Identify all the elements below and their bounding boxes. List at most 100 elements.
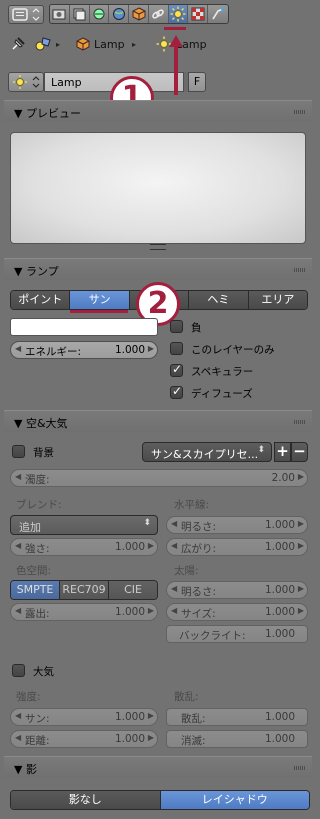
extinction-field[interactable]: 消滅: 1.000 xyxy=(166,730,308,748)
preview-panel-header[interactable]: ▼ プレビュー xyxy=(4,100,312,122)
horizon-spread-label: 広がり: xyxy=(181,543,217,555)
annotation-underline-1 xyxy=(164,27,186,30)
sun-size-field[interactable]: ◀ サイズ: 1.000 ▶ xyxy=(166,603,308,621)
preview-render-area xyxy=(10,132,306,244)
panel-grip-icon[interactable] xyxy=(294,268,306,272)
diffuse-checkbox[interactable] xyxy=(170,384,183,399)
extinction-label: 消滅: xyxy=(181,735,206,747)
increment-icon[interactable]: ▶ xyxy=(148,711,154,720)
inscattering-field[interactable]: 散乱: 1.000 xyxy=(166,708,308,726)
shadow-panel-header[interactable]: ▼ 影 xyxy=(4,756,312,778)
render-layers-icon[interactable] xyxy=(70,5,90,23)
decrement-icon[interactable]: ◀ xyxy=(171,541,177,550)
increment-icon[interactable]: ▶ xyxy=(148,733,154,742)
increment-icon[interactable]: ▶ xyxy=(148,541,154,550)
breadcrumb-arrow-1: ▸ xyxy=(56,40,61,49)
sun-size-label: サイズ: xyxy=(181,608,216,620)
shadow-title-text: 影 xyxy=(25,763,37,776)
negative-checkbox[interactable] xyxy=(170,320,183,333)
lamp-color-swatch[interactable] xyxy=(10,318,158,336)
decrement-icon[interactable]: ◀ xyxy=(15,606,21,615)
backlight-label: バックライト: xyxy=(179,630,246,642)
blend-dropdown[interactable]: 追加 ⬍ xyxy=(10,515,158,535)
increment-icon[interactable]: ▶ xyxy=(298,472,304,481)
distance-value: 1.000 xyxy=(114,733,145,745)
decrement-icon[interactable]: ◀ xyxy=(15,541,21,550)
horizon-brightness-field[interactable]: ◀ 明るさ: 1.000 ▶ xyxy=(166,516,308,534)
distance-field[interactable]: ◀ 距離: 1.000 ▶ xyxy=(10,730,158,748)
exposure-field[interactable]: ◀ 露出: 1.000 ▶ xyxy=(10,603,158,621)
backlight-field[interactable]: バックライト: 1.000 xyxy=(166,625,308,643)
intensity-label: 強度: xyxy=(16,691,41,703)
lamp-browse-button[interactable] xyxy=(8,72,44,92)
lamp-type-area[interactable]: エリア xyxy=(248,291,307,309)
increment-icon[interactable]: ▶ xyxy=(148,606,154,615)
increment-icon[interactable]: ▶ xyxy=(298,519,304,528)
blend-strength-field[interactable]: ◀ 強さ: 1.000 ▶ xyxy=(10,538,158,556)
lamp-panel-title: ▼ ランプ xyxy=(14,265,59,278)
colorspace-smpte[interactable]: SMPTE xyxy=(11,581,60,599)
lamp-title-text: ランプ xyxy=(25,265,59,278)
add-preset-button[interactable]: + xyxy=(274,442,291,462)
breadcrumb-object-name: Lamp xyxy=(94,38,125,51)
diffuse-label: ディフューズ xyxy=(191,388,253,400)
scene-icon[interactable] xyxy=(90,5,110,23)
decrement-icon[interactable]: ◀ xyxy=(15,472,21,481)
decrement-icon[interactable]: ◀ xyxy=(15,344,21,353)
texture-icon[interactable] xyxy=(188,5,209,23)
atmosphere-sun-field[interactable]: ◀ サン: 1.000 ▶ xyxy=(10,708,158,726)
horizon-spread-field[interactable]: ◀ 広がり: 1.000 ▶ xyxy=(166,538,308,556)
inscattering-value: 1.000 xyxy=(264,711,295,723)
lamp-type-point[interactable]: ポイント xyxy=(11,291,71,309)
lamp-data-icon[interactable] xyxy=(168,5,189,23)
panel-grip-icon[interactable] xyxy=(294,766,306,770)
increment-icon[interactable]: ▶ xyxy=(298,606,304,615)
lamp-type-sun[interactable]: サン xyxy=(70,291,130,309)
context-tabs xyxy=(49,4,229,24)
atmosphere-checkbox[interactable] xyxy=(12,664,25,677)
backlight-value: 1.000 xyxy=(264,628,295,640)
preview-resize-handle[interactable] xyxy=(150,244,166,250)
sky-preset-dropdown[interactable]: サン&スカイプリセ... ⬍ xyxy=(142,442,272,462)
object-icon[interactable] xyxy=(129,5,149,23)
sky-panel-header[interactable]: ▼ 空&大気 xyxy=(4,410,312,432)
colorspace-label: 色空間: xyxy=(16,565,52,577)
panel-grip-icon[interactable] xyxy=(294,420,306,424)
colorspace-rec709[interactable]: REC709 xyxy=(60,581,109,599)
editor-type-menu[interactable] xyxy=(8,5,44,24)
world-icon[interactable] xyxy=(109,5,130,23)
increment-icon[interactable]: ▶ xyxy=(148,344,154,353)
lamp-panel-header[interactable]: ▼ ランプ xyxy=(4,258,312,280)
fake-user-button[interactable]: F xyxy=(188,72,206,92)
render-context-icon[interactable] xyxy=(50,5,70,23)
decrement-icon[interactable]: ◀ xyxy=(171,606,177,615)
decrement-icon[interactable]: ◀ xyxy=(171,519,177,528)
scattering-label: 散乱: xyxy=(174,691,199,703)
preview-panel-title: ▼ プレビュー xyxy=(14,107,81,120)
sun-brightness-field[interactable]: ◀ 明るさ: 1.000 ▶ xyxy=(166,581,308,599)
this-layer-only-checkbox[interactable] xyxy=(170,342,183,355)
decrement-icon[interactable]: ◀ xyxy=(15,733,21,742)
negative-label: 負 xyxy=(191,322,202,334)
horizon-label: 水平線: xyxy=(174,499,210,511)
increment-icon[interactable]: ▶ xyxy=(298,541,304,550)
panel-grip-icon[interactable] xyxy=(294,110,306,114)
lamp-type-hemi[interactable]: ヘミ xyxy=(189,291,249,309)
physics-icon[interactable] xyxy=(208,5,228,23)
energy-field[interactable]: ◀ エネルギー: 1.000 ▶ xyxy=(10,341,158,359)
sky-checkbox[interactable] xyxy=(12,445,25,458)
shadow-none-option[interactable]: 影なし xyxy=(11,791,161,809)
turbidity-field[interactable]: ◀ 濁度: 2.00 ▶ xyxy=(10,469,308,487)
constraints-icon[interactable] xyxy=(149,5,169,23)
pin-icon[interactable] xyxy=(10,36,26,55)
shadow-raytrace-option[interactable]: レイシャドウ xyxy=(160,791,309,809)
remove-preset-button[interactable]: − xyxy=(291,442,308,462)
horizon-brightness-label: 明るさ: xyxy=(181,521,217,533)
increment-icon[interactable]: ▶ xyxy=(298,584,304,593)
sky-panel-title: ▼ 空&大気 xyxy=(14,417,68,430)
specular-checkbox[interactable] xyxy=(170,362,183,377)
blend-label: ブレンド: xyxy=(16,499,62,511)
decrement-icon[interactable]: ◀ xyxy=(15,711,21,720)
colorspace-cie[interactable]: CIE xyxy=(109,581,157,599)
decrement-icon[interactable]: ◀ xyxy=(171,584,177,593)
